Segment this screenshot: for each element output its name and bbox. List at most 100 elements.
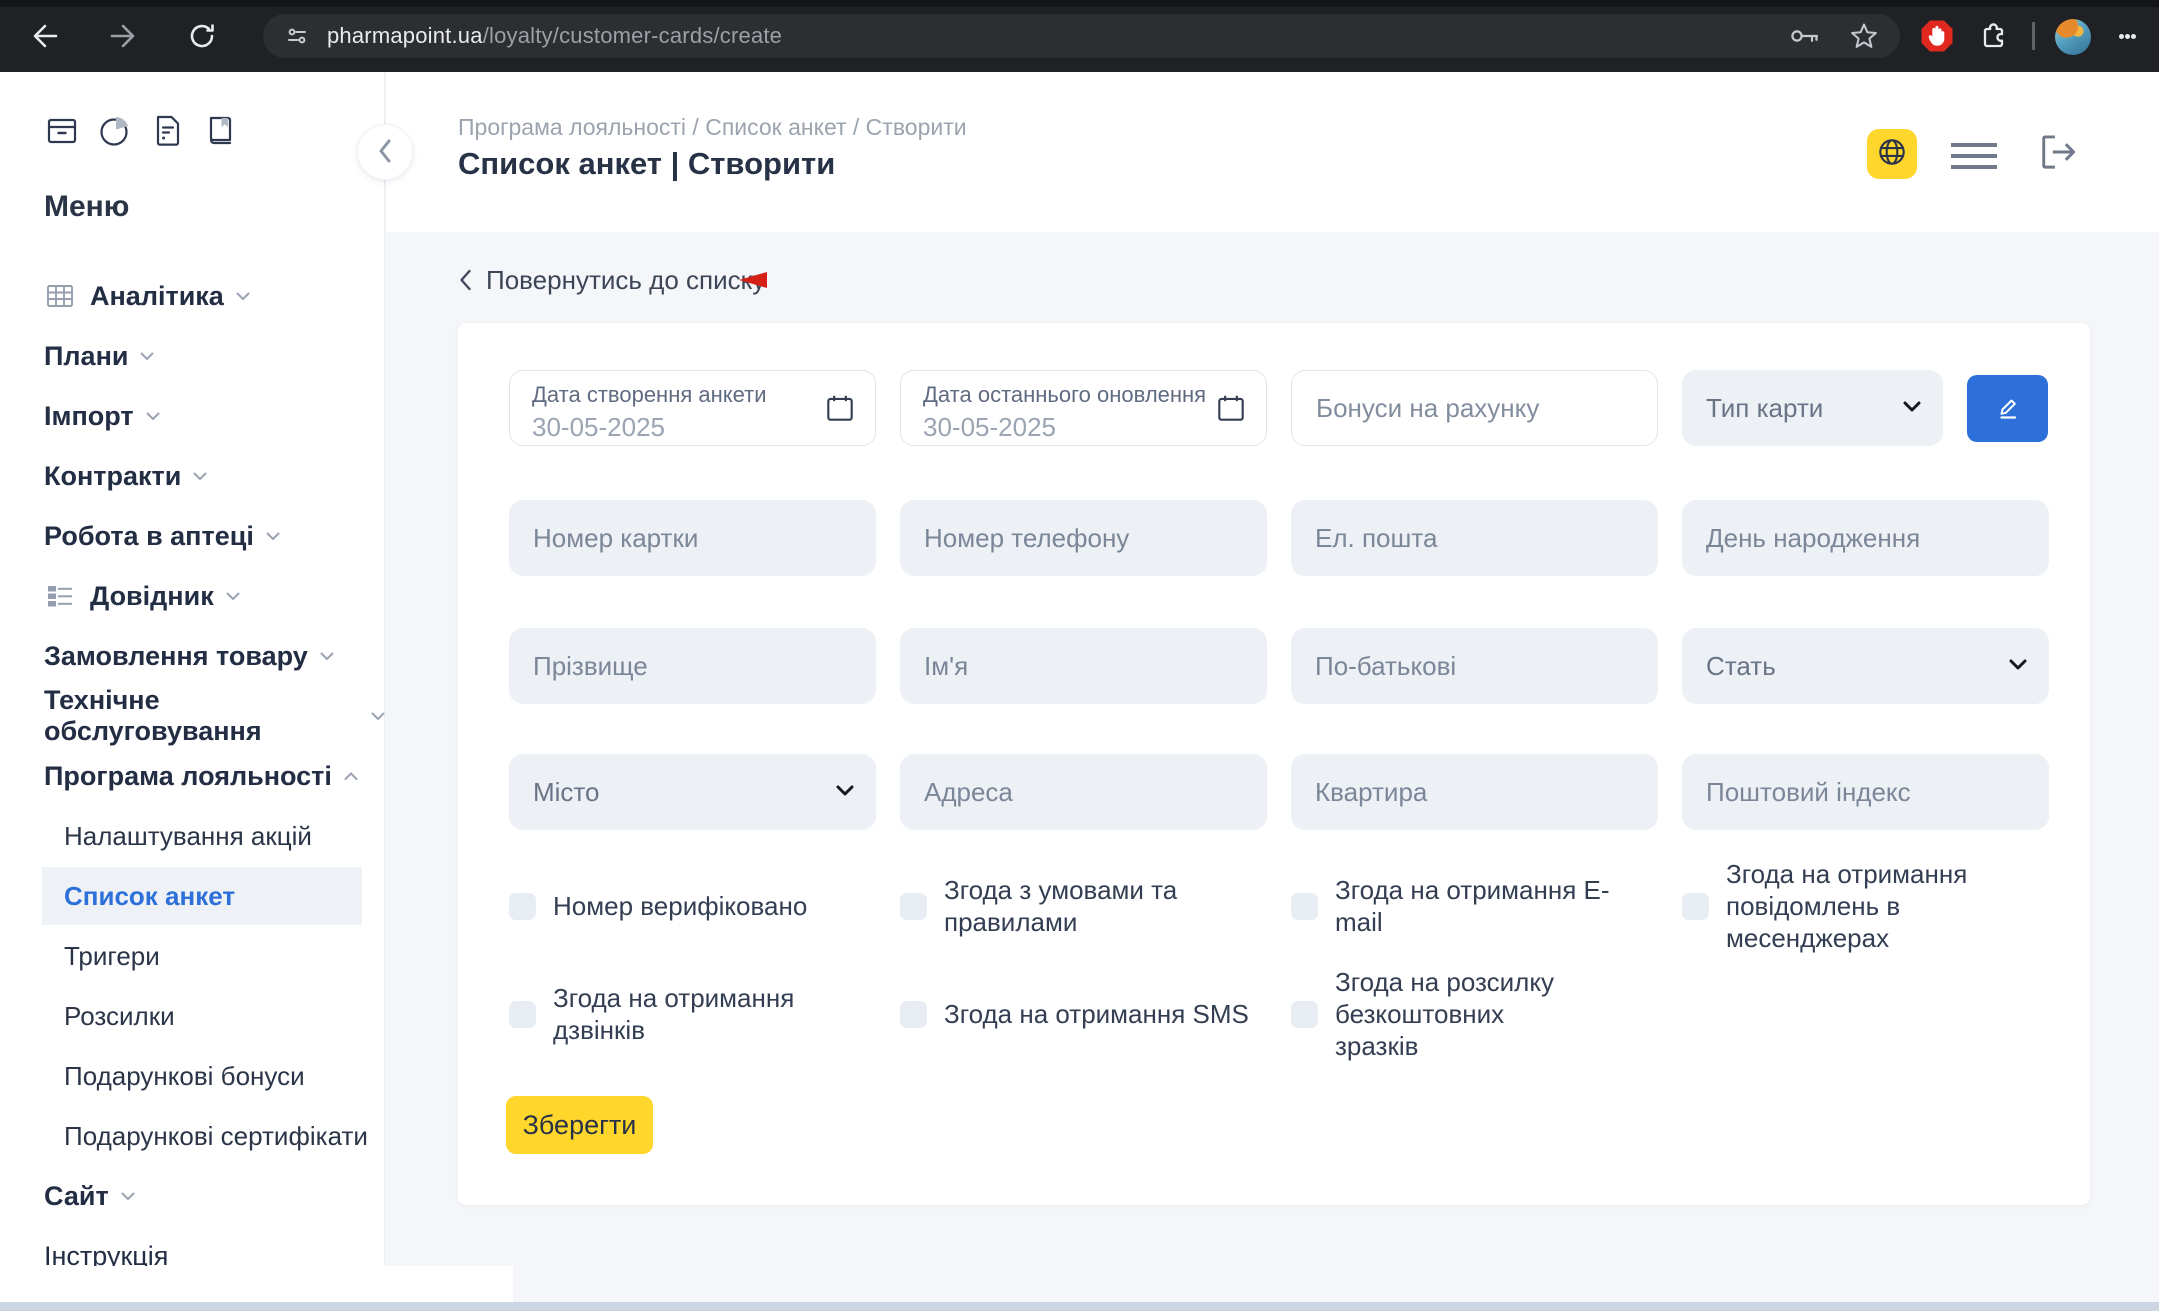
site-settings-icon[interactable] (281, 20, 313, 52)
sidebar-item-import[interactable]: Імпорт (0, 386, 385, 446)
first-name-input[interactable] (900, 628, 1267, 704)
apartment-input[interactable] (1291, 754, 1658, 830)
reload-icon (186, 40, 218, 55)
phone-input[interactable] (900, 500, 1267, 576)
sidebar-item-label: Сайт (44, 1181, 109, 1212)
menu-lines-icon[interactable] (1951, 136, 1999, 172)
language-globe-button[interactable] (1867, 129, 1917, 179)
sidebar-item-gift-certificates[interactable]: Подарункові сертифікати (0, 1106, 385, 1166)
date-updated-value: 30-05-2025 (923, 412, 1246, 443)
checkbox-icon[interactable] (900, 1001, 927, 1028)
sidebar-item-label: Робота в аптеці (44, 521, 254, 552)
sidebar-item-contracts[interactable]: Контракти (0, 446, 385, 506)
bonuses-input[interactable] (1291, 370, 1658, 446)
email-input[interactable] (1291, 500, 1658, 576)
sidebar-item-gift-bonuses[interactable]: Подарункові бонуси (0, 1046, 385, 1106)
sidebar-item-mailings[interactable]: Розсилки (0, 986, 385, 1046)
sidebar-item-label: Розсилки (64, 1001, 175, 1032)
date-created-field[interactable]: Дата створення анкети 30-05-2025 (509, 370, 876, 446)
last-name-input[interactable] (509, 628, 876, 704)
sidebar-item-maintenance[interactable]: Технічне обслуговування (0, 686, 385, 746)
bookmark-star-icon[interactable] (1848, 20, 1880, 52)
checkbox-terms-agreement[interactable]: Згода з умовами та правилами (900, 866, 1260, 946)
checkbox-icon[interactable] (1291, 1001, 1318, 1028)
sidebar-item-directory[interactable]: Довідник (0, 566, 385, 626)
checkbox-email-consent[interactable]: Згода на отримання E-mail (1291, 866, 1651, 946)
save-button[interactable]: Зберегти (506, 1096, 653, 1154)
chevron-down-icon (320, 652, 334, 661)
checkbox-icon[interactable] (509, 893, 536, 920)
adblock-extension-icon[interactable] (1919, 18, 1955, 54)
browser-forward-button[interactable] (107, 20, 139, 52)
sidebar-item-plans[interactable]: Плани (0, 326, 385, 386)
table-grid-icon (44, 280, 76, 312)
middle-name-input[interactable] (1291, 628, 1658, 704)
chevron-down-icon (121, 1192, 135, 1201)
card-type-select[interactable]: Тип карти (1682, 370, 1943, 446)
sidebar-item-label: Аналітика (90, 281, 224, 312)
sidebar: Меню Аналітика Плани Імпорт Контракти Ро… (0, 72, 385, 1311)
sidebar-item-label: Технічне обслуговування (44, 685, 359, 747)
city-label: Місто (533, 777, 600, 808)
url-text: pharmapoint.ua/loyalty/customer-cards/cr… (327, 23, 782, 49)
chevron-down-icon (371, 712, 385, 721)
url-path: /loyalty/customer-cards/create (483, 23, 782, 48)
calendar-icon[interactable] (1214, 391, 1248, 430)
menu-title: Меню (44, 190, 129, 224)
sidebar-item-promo-settings[interactable]: Налаштування акцій (0, 806, 385, 866)
postal-code-input[interactable] (1682, 754, 2049, 830)
browser-back-button[interactable] (29, 20, 61, 52)
book-icon[interactable] (202, 112, 238, 153)
select-chevron-icon (2009, 657, 2027, 675)
date-updated-field[interactable]: Дата останнього оновлення анк... 30-05-2… (900, 370, 1267, 446)
select-chevron-icon (836, 783, 854, 801)
sidebar-item-triggers[interactable]: Тригери (0, 926, 385, 986)
customer-card-form: Дата створення анкети 30-05-2025 Дата ос… (458, 323, 2090, 1205)
document-icon[interactable] (150, 112, 186, 153)
pie-chart-icon[interactable] (96, 112, 134, 153)
checkbox-icon[interactable] (1682, 893, 1709, 920)
checkbox-free-samples-consent[interactable]: Згода на розсилку безкоштовних зразків (1291, 974, 1591, 1054)
checkbox-icon[interactable] (509, 1001, 536, 1028)
back-chevron-icon (458, 268, 472, 292)
sidebar-item-customer-cards[interactable]: Список анкет (0, 866, 385, 926)
back-to-list-link[interactable]: Повернутись до списку (458, 262, 765, 298)
back-link-label: Повернутись до списку (486, 265, 765, 296)
checkbox-sms-consent[interactable]: Згода на отримання SMS (900, 974, 1260, 1054)
logout-button[interactable] (2033, 127, 2083, 180)
sidebar-item-pharmacy-work[interactable]: Робота в аптеці (0, 506, 385, 566)
city-select[interactable]: Місто (509, 754, 876, 830)
sidebar-item-label: Список анкет (64, 881, 235, 912)
birthday-input[interactable] (1682, 500, 2049, 576)
red-annotation-arrow (737, 270, 1247, 295)
sidebar-collapse-button[interactable] (357, 124, 413, 180)
card-type-label: Тип карти (1706, 393, 1823, 424)
archive-box-icon[interactable] (44, 112, 80, 153)
profile-avatar[interactable] (2055, 19, 2091, 55)
checkbox-icon[interactable] (1291, 893, 1318, 920)
browser-chrome: pharmapoint.ua/loyalty/customer-cards/cr… (0, 0, 2159, 72)
browser-menu-icon[interactable] (2118, 20, 2136, 52)
sidebar-item-goods-order[interactable]: Замовлення товару (0, 626, 385, 686)
horizontal-scrollbar[interactable] (0, 1302, 2159, 1311)
password-key-icon[interactable] (1788, 20, 1822, 52)
calendar-icon[interactable] (823, 391, 857, 430)
url-bar[interactable]: pharmapoint.ua/loyalty/customer-cards/cr… (263, 14, 1900, 58)
sidebar-item-loyalty-program[interactable]: Програма лояльності (0, 746, 385, 806)
chevron-left-icon (377, 138, 393, 167)
edit-card-type-button[interactable] (1967, 375, 2048, 442)
card-number-input[interactable] (509, 500, 876, 576)
address-input[interactable] (900, 754, 1267, 830)
sidebar-item-analytics[interactable]: Аналітика (0, 266, 385, 326)
sidebar-item-label: Контракти (44, 461, 181, 492)
checkbox-calls-consent[interactable]: Згода на отримання дзвінків (509, 974, 869, 1054)
extensions-icon[interactable] (1977, 20, 2009, 52)
sidebar-item-site[interactable]: Сайт (0, 1166, 385, 1226)
browser-reload-button[interactable] (186, 20, 218, 52)
sidebar-item-label: Подарункові бонуси (64, 1061, 305, 1092)
checkbox-number-verified[interactable]: Номер верифіковано (509, 866, 869, 946)
gender-select[interactable]: Стать (1682, 628, 2049, 704)
sidebar-item-label: Тригери (64, 941, 160, 972)
checkbox-messenger-consent[interactable]: Згода на отримання повідомлень в месендж… (1682, 866, 2032, 946)
checkbox-icon[interactable] (900, 893, 927, 920)
